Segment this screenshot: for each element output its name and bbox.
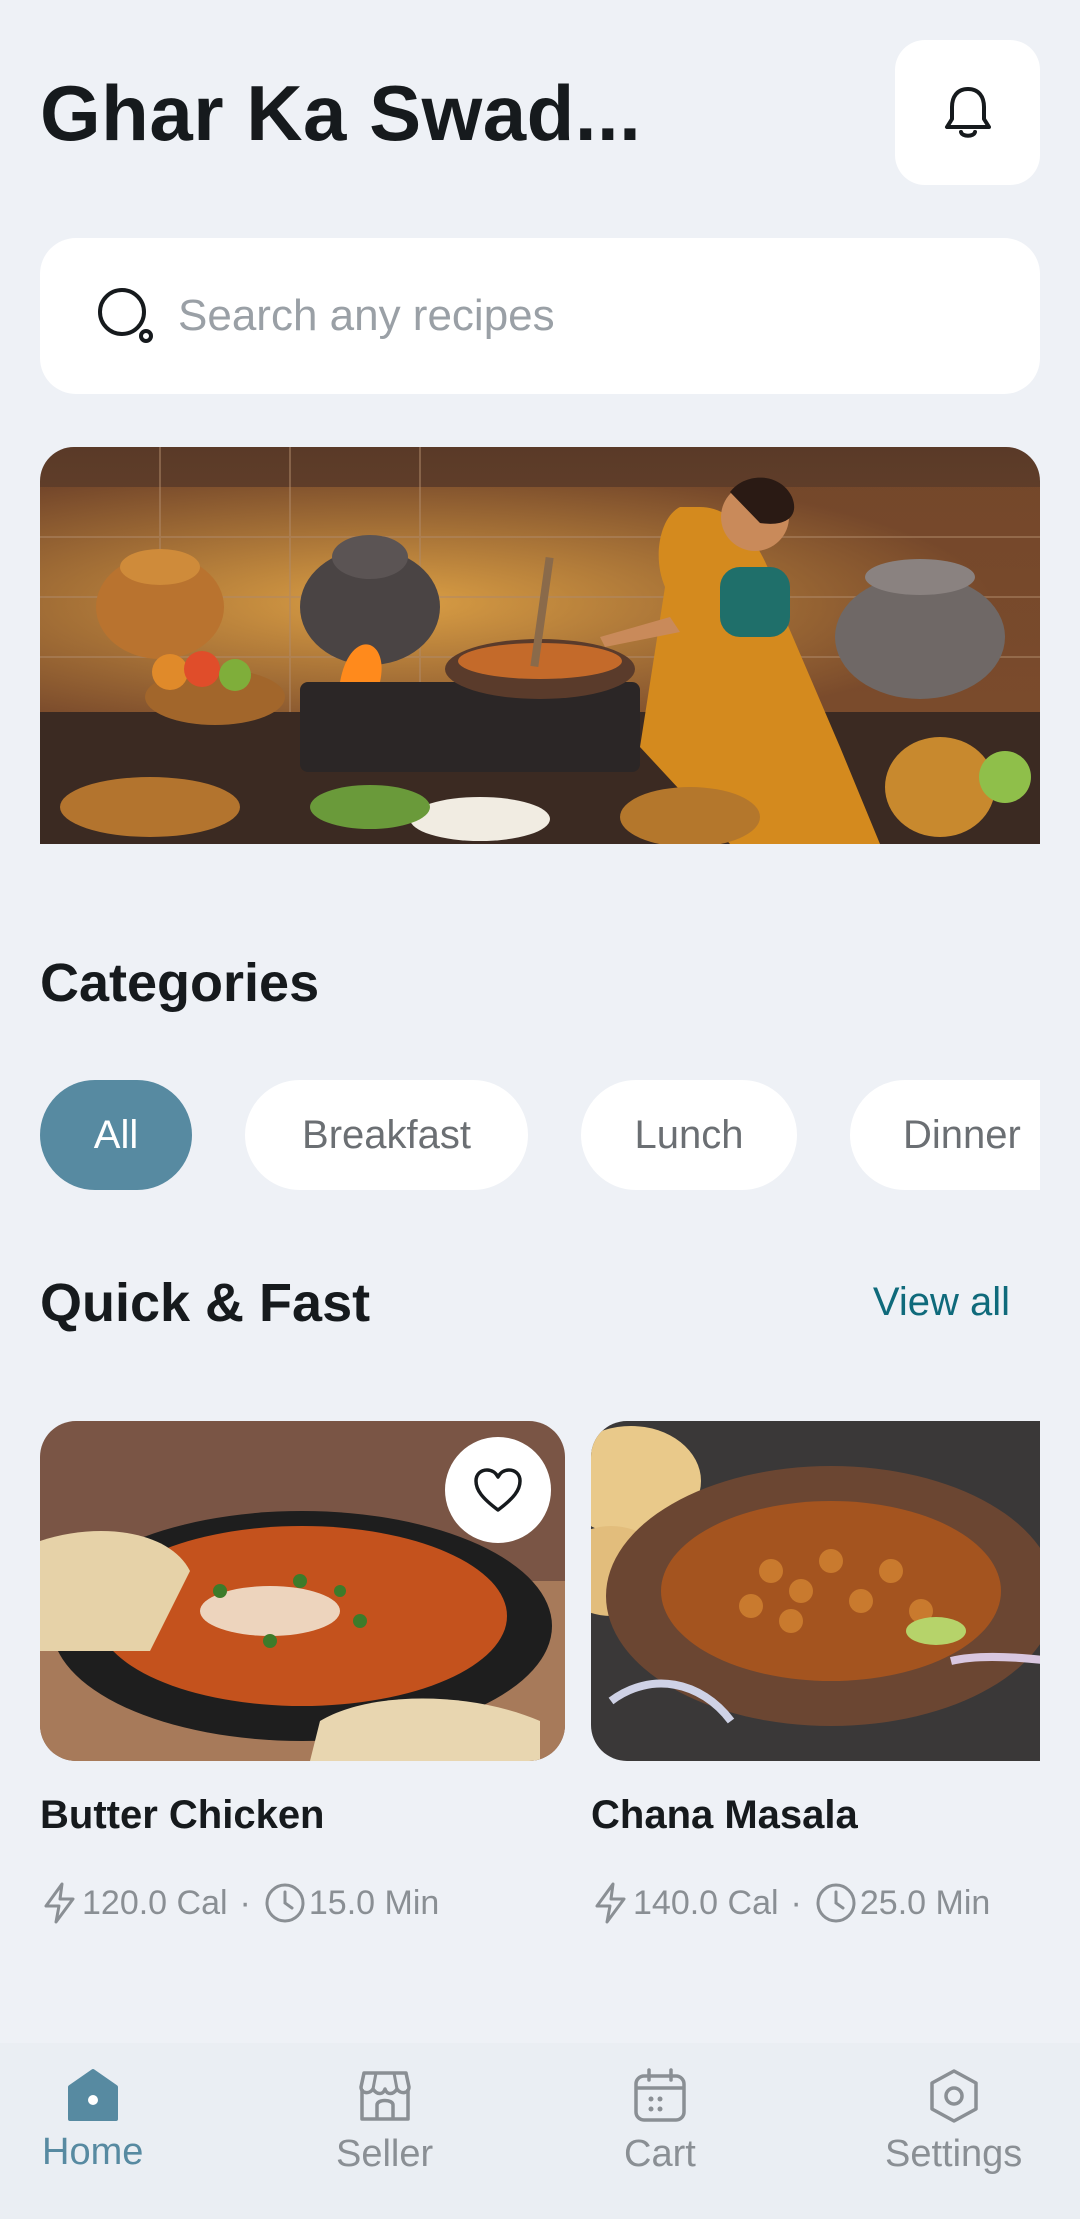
lightning-icon (44, 1882, 75, 1924)
category-chips: All Breakfast Lunch Dinner (40, 1080, 1040, 1190)
lightning-icon (595, 1882, 626, 1924)
recipe-name: Chana Masala (591, 1793, 858, 1837)
nav-home-label: Home (42, 2131, 144, 2173)
recipe-card[interactable]: Butter Chicken 120.0 Cal · 15.0 Min (40, 1421, 565, 1924)
nav-cart-label: Cart (624, 2133, 696, 2175)
recipe-time: 15.0 Min (308, 1883, 440, 1922)
recipe-calories: 120.0 Cal (82, 1883, 228, 1922)
chip-lunch[interactable]: Lunch (581, 1080, 797, 1190)
chip-all[interactable]: All (40, 1080, 192, 1190)
store-icon (358, 2071, 411, 2121)
heart-icon (474, 1468, 522, 1512)
meta-separator: · (239, 1883, 251, 1922)
chip-breakfast[interactable]: Breakfast (245, 1080, 528, 1190)
recipe-meta: 120.0 Cal · 15.0 Min (40, 1881, 439, 1925)
nav-cart[interactable]: Cart (624, 2067, 696, 2176)
recipe-image (591, 1421, 1040, 1761)
recipe-image (40, 1421, 565, 1761)
home-icon (67, 2069, 118, 2121)
settings-icon (929, 2069, 978, 2123)
nav-seller-label: Seller (336, 2133, 434, 2175)
categories-title: Categories (40, 953, 320, 1013)
chip-dinner[interactable]: Dinner (850, 1080, 1040, 1190)
search-input[interactable]: Search any recipes (178, 291, 555, 341)
nav-settings[interactable]: Settings (885, 2067, 1022, 2176)
recipe-calories: 140.0 Cal (633, 1883, 779, 1922)
meta-separator: · (790, 1883, 802, 1922)
recipe-card[interactable]: Chana Masala 140.0 Cal · 25.0 Min (591, 1421, 1040, 1924)
quick-fast-title: Quick & Fast (40, 1273, 371, 1333)
nav-home[interactable]: Home (42, 2067, 143, 2174)
recipe-meta: 140.0 Cal · 25.0 Min (591, 1881, 990, 1925)
calendar-icon (634, 2068, 686, 2122)
recipe-cards: Butter Chicken 120.0 Cal · 15.0 Min Chan… (40, 1421, 1040, 1981)
view-all-link[interactable]: View all (873, 1280, 1010, 1325)
nav-seller[interactable]: Seller (336, 2067, 433, 2176)
clock-icon (816, 1883, 856, 1923)
clock-icon (265, 1883, 305, 1923)
recipe-name: Butter Chicken (40, 1793, 325, 1837)
favorite-button[interactable] (445, 1437, 551, 1543)
bottom-navigation: Home Seller Cart Settings (0, 2043, 1080, 2219)
search-icon (94, 284, 158, 348)
recipe-time: 25.0 Min (859, 1883, 991, 1922)
hero-banner-image (40, 447, 1040, 844)
bell-icon (944, 86, 991, 138)
header: Ghar Ka Swad... (40, 40, 1040, 185)
search-bar[interactable]: Search any recipes (40, 238, 1040, 394)
nav-settings-label: Settings (885, 2133, 1023, 2175)
app-title: Ghar Ka Swad... (40, 69, 642, 157)
notifications-button[interactable] (895, 40, 1040, 185)
